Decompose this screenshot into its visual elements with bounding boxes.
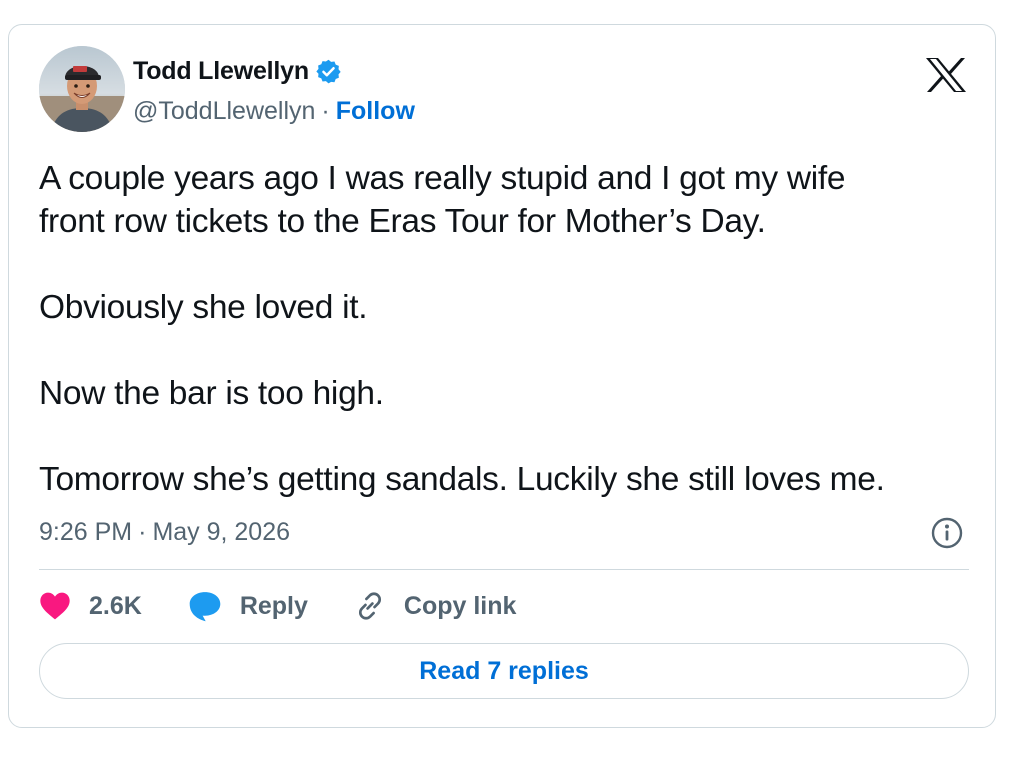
like-count: 2.6K — [89, 591, 142, 620]
tweet-line: Obviously she loved it. — [39, 289, 368, 326]
read-replies-label: Read 7 replies — [419, 656, 589, 685]
tweet-line: A couple years ago I was really stupid a… — [39, 160, 846, 197]
tweet-timestamp[interactable]: 9:26 PM · May 9, 2026 — [39, 515, 290, 549]
date-separator: · — [138, 517, 147, 546]
tweet-paragraph: A couple years ago I was really stupid a… — [39, 157, 969, 243]
x-logo-icon[interactable] — [925, 57, 967, 93]
action-bar: 2.6K Reply Copy link — [39, 587, 562, 625]
tweet-paragraph: Tomorrow she’s getting sandals. Luckily … — [39, 458, 969, 501]
reply-label: Reply — [239, 591, 308, 620]
tweet-text: A couple years ago I was really stupid a… — [39, 157, 969, 501]
tweet-line: Tomorrow she’s getting sandals. Luckily … — [39, 461, 885, 498]
speech-bubble-icon — [189, 592, 221, 622]
handle-separator: · — [321, 96, 330, 125]
author-handle[interactable]: @ToddLlewellyn — [133, 97, 315, 126]
divider — [39, 569, 969, 570]
reply-button[interactable]: Reply — [188, 590, 308, 622]
link-icon — [358, 592, 381, 620]
tweet-time: 9:26 PM — [39, 517, 133, 546]
avatar-photo — [39, 46, 125, 132]
verified-badge-icon — [315, 58, 342, 85]
tweet-line: Now the bar is too high. — [39, 375, 384, 412]
author-display-name[interactable]: Todd Llewellyn — [133, 57, 309, 86]
tweet-date: May 9, 2026 — [152, 517, 291, 546]
follow-link[interactable]: Follow — [336, 97, 415, 126]
info-icon[interactable] — [931, 517, 963, 549]
heart-icon — [40, 592, 70, 620]
read-replies-button[interactable]: Read 7 replies — [39, 643, 969, 699]
tweet-paragraph: Obviously she loved it. — [39, 286, 969, 329]
tweet-embed-card: Todd Llewellyn @ToddLlewellyn · Follow A… — [8, 24, 996, 728]
copy-link-button[interactable]: Copy link — [354, 590, 517, 622]
tweet-line: front row tickets to the Eras Tour for M… — [39, 203, 766, 240]
like-button[interactable]: 2.6K — [39, 591, 142, 621]
author-name-row: Todd Llewellyn — [133, 55, 342, 87]
copy-link-label: Copy link — [403, 591, 517, 620]
tweet-paragraph: Now the bar is too high. — [39, 372, 969, 415]
author-handle-row: @ToddLlewellyn · Follow — [133, 95, 415, 127]
avatar[interactable] — [39, 46, 125, 132]
